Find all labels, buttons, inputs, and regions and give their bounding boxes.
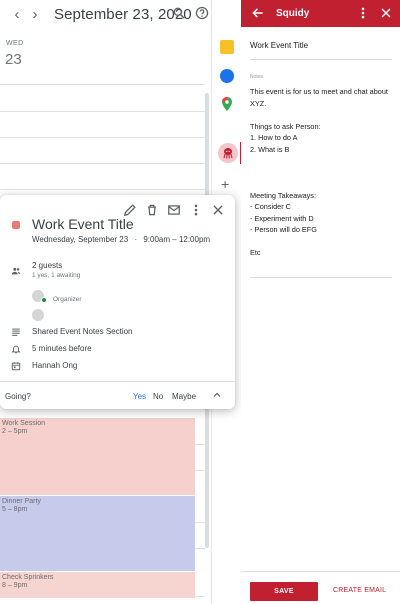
field-underline bbox=[250, 59, 392, 60]
guests-icon bbox=[11, 267, 21, 275]
hour-line bbox=[0, 84, 205, 85]
popup-toolbar bbox=[123, 203, 225, 217]
squidy-panel: Squidy Work Event Title Notes This event… bbox=[241, 0, 400, 604]
notes-line: - Consider C bbox=[250, 202, 291, 211]
notes-line: 1. How to do A bbox=[250, 133, 298, 142]
notes-line: Meeting Takeaways: bbox=[250, 190, 316, 200]
hour-line bbox=[0, 111, 205, 112]
panel-title: Squidy bbox=[276, 8, 310, 19]
calendar-owner: Hannah Ong bbox=[32, 361, 78, 370]
chevron-left-icon[interactable]: ‹ bbox=[8, 6, 26, 23]
event-title: Dinner Party bbox=[2, 498, 41, 505]
notes-line bbox=[250, 167, 398, 179]
search-icon[interactable] bbox=[172, 6, 186, 20]
event-title: Work Session bbox=[2, 420, 46, 427]
panel-footer-divider bbox=[241, 571, 400, 572]
event-time: 2 – 5pm bbox=[2, 428, 28, 435]
avatar bbox=[32, 290, 47, 303]
delete-icon[interactable] bbox=[145, 203, 159, 217]
hour-line bbox=[0, 189, 205, 190]
notes-line: Things to ask Person: bbox=[250, 121, 321, 131]
reminder-text: 5 minutes before bbox=[32, 344, 92, 353]
notes-textarea[interactable]: This event is for us to meet and chat ab… bbox=[250, 86, 398, 259]
more-options-icon[interactable] bbox=[358, 6, 368, 20]
hour-line bbox=[0, 163, 205, 164]
description-icon bbox=[12, 328, 20, 336]
notes-line: - Experiment with D bbox=[250, 213, 314, 223]
day-of-week-label: WED bbox=[6, 40, 24, 47]
event-time: 5 – 8pm bbox=[2, 506, 28, 513]
maps-icon[interactable] bbox=[222, 97, 232, 111]
create-email-button[interactable]: CREATE EMAIL bbox=[333, 587, 386, 594]
notes-line bbox=[250, 155, 398, 167]
notes-line: Etc bbox=[250, 248, 261, 257]
event-date: Wednesday, September 23 bbox=[32, 235, 129, 244]
organizer-label: Organizer bbox=[53, 296, 82, 303]
event-check-sprinkers[interactable]: Check Sprinkers 8 – 9pm bbox=[0, 572, 195, 598]
squid-logo-icon bbox=[223, 148, 233, 159]
hour-line bbox=[0, 137, 205, 138]
notes-line: This event is for us to meet and chat ab… bbox=[250, 87, 388, 96]
bell-icon bbox=[11, 345, 21, 354]
edit-icon[interactable] bbox=[123, 203, 137, 217]
squidy-icon[interactable] bbox=[218, 143, 238, 163]
panel-header: Squidy bbox=[241, 0, 400, 27]
notes-line bbox=[250, 236, 398, 248]
notes-underline bbox=[250, 277, 392, 278]
help-icon[interactable] bbox=[195, 6, 209, 20]
more-options-icon[interactable] bbox=[189, 203, 203, 217]
notes-label: Notes bbox=[250, 74, 264, 80]
notes-line: 2. What is B bbox=[250, 144, 290, 154]
keep-icon[interactable] bbox=[220, 40, 234, 54]
tasks-icon[interactable] bbox=[220, 69, 234, 83]
close-icon[interactable] bbox=[380, 7, 392, 19]
save-button[interactable]: SAVE bbox=[250, 582, 318, 601]
event-description: Shared Event Notes Section bbox=[32, 327, 133, 336]
event-title-field[interactable]: Work Event Title bbox=[250, 41, 308, 50]
notes-line: - Person will do EFG bbox=[250, 225, 317, 234]
event-title: Check Sprinkers bbox=[2, 574, 54, 581]
email-icon[interactable] bbox=[167, 203, 181, 217]
accepted-check-icon bbox=[41, 297, 47, 303]
calendar-icon bbox=[11, 362, 21, 371]
date-separator: · bbox=[134, 235, 138, 244]
guests-count[interactable]: 2 guests bbox=[32, 261, 62, 270]
event-date-time: Wednesday, September 23 · 9:00am – 12:00… bbox=[32, 235, 210, 244]
event-time: 8 – 9pm bbox=[2, 582, 28, 589]
avatar bbox=[32, 309, 44, 321]
add-addon-icon[interactable]: + bbox=[221, 176, 229, 192]
back-arrow-icon[interactable] bbox=[251, 6, 265, 20]
notes-line: XYZ. bbox=[250, 98, 267, 108]
event-work-session[interactable]: Work Session 2 – 5pm bbox=[0, 418, 195, 495]
guests-status: 1 yes, 1 awaiting bbox=[32, 272, 81, 279]
close-icon[interactable] bbox=[211, 203, 225, 217]
event-title: Work Event Title bbox=[32, 216, 134, 232]
day-number[interactable]: 23 bbox=[5, 51, 22, 68]
notes-line bbox=[250, 178, 398, 190]
event-details-popup: Work Event Title Wednesday, September 23… bbox=[0, 195, 235, 409]
event-color-swatch bbox=[12, 221, 20, 229]
chevron-right-icon[interactable]: › bbox=[26, 6, 44, 23]
event-time-range: 9:00am – 12:00pm bbox=[143, 235, 211, 244]
notes-line bbox=[250, 109, 398, 121]
event-dinner-party[interactable]: Dinner Party 5 – 8pm bbox=[0, 496, 195, 571]
